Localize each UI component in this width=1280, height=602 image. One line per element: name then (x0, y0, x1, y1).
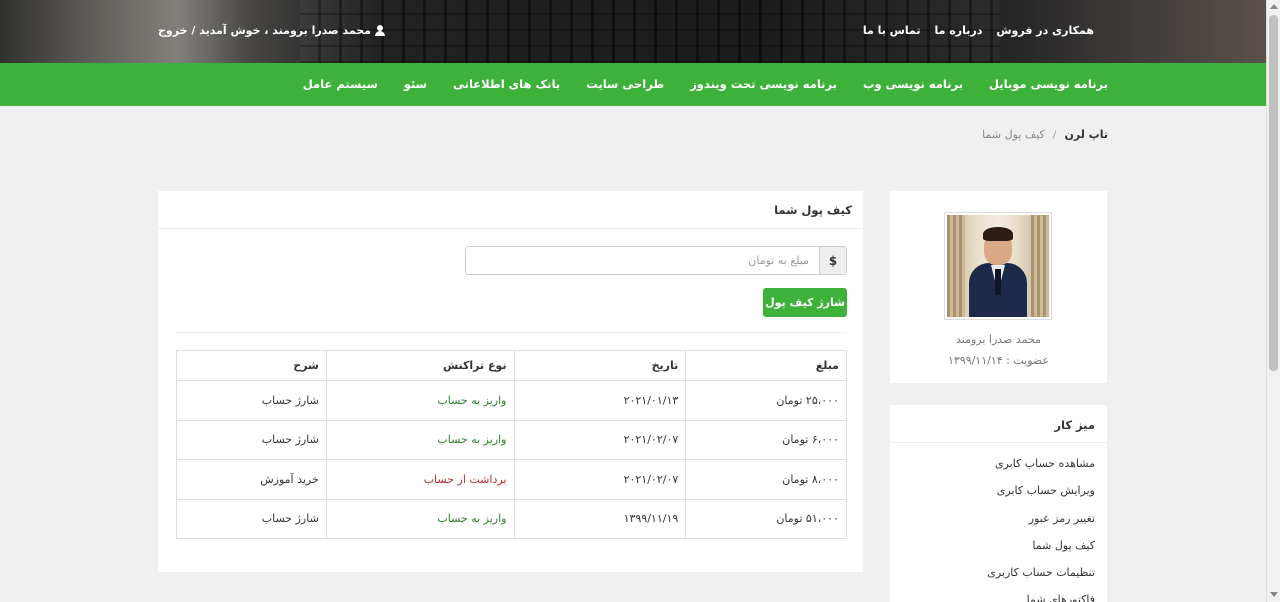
wallet-panel: کیف پول شما $ شارژ کیف پول مبلغ تاریخ نو… (158, 191, 863, 572)
cell-type: واریز به حساب (325, 380, 515, 421)
page-scrollbar[interactable] (1266, 0, 1280, 602)
dashboard-title: میز کار (890, 405, 1107, 443)
amount-input-group: $ (465, 246, 847, 275)
top-link-affiliate[interactable]: همکاری در فروش (996, 24, 1094, 37)
scrollbar-thumb[interactable] (1269, 15, 1278, 371)
table-header-row: مبلغ تاریخ نوع تراکنش شرح (176, 350, 847, 381)
cell-amount: ۸،۰۰۰ تومان (685, 459, 847, 500)
cell-type: واریز به حساب (325, 419, 515, 460)
nav-item-site-design[interactable]: طراحی سایت (586, 77, 664, 91)
top-links: همکاری در فروش درباره ما تماس با ما (863, 24, 1094, 37)
top-link-about[interactable]: درباره ما (935, 24, 983, 37)
table-row: ۸،۰۰۰ تومان ۲۰۲۱/۰۲/۰۷ برداشت از حساب خر… (176, 459, 847, 500)
breadcrumb: تاپ لرن / کیف پول شما (982, 128, 1108, 141)
membership-date: عضویت : ۱۳۹۹/۱۱/۱۴ (947, 354, 1050, 367)
scroll-down-arrow-icon[interactable] (1270, 592, 1278, 597)
cell-amount: ۶،۰۰۰ تومان (685, 419, 847, 460)
dashboard-item-change-password[interactable]: تغییر رمز عبور (902, 512, 1095, 539)
breadcrumb-separator: / (1052, 128, 1057, 141)
cell-date: ۲۰۲۱/۰۱/۱۳ (513, 380, 687, 421)
column-header-date: تاریخ (513, 350, 687, 381)
wallet-title: کیف پول شما (158, 191, 863, 229)
main-nav: برنامه نویسی موبایل برنامه نویسی وب برنا… (0, 63, 1266, 106)
column-header-amount: مبلغ (685, 350, 847, 381)
divider (176, 332, 847, 333)
column-header-type: نوع تراکنش (325, 350, 515, 381)
user-welcome-logout-link[interactable]: محمد صدرا برومند ، خوش آمدید / خروج (158, 24, 371, 37)
dashboard-item-view-account[interactable]: مشاهده حساب کابری (902, 457, 1095, 484)
table-row: ۶،۰۰۰ تومان ۲۰۲۱/۰۲/۰۷ واریز به حساب شار… (176, 419, 847, 460)
avatar (944, 212, 1052, 320)
breadcrumb-home[interactable]: تاپ لرن (1064, 128, 1108, 141)
dashboard-item-invoices[interactable]: فاکتورهای شما (902, 593, 1095, 602)
charge-wallet-button[interactable]: شارژ کیف پول (763, 288, 847, 317)
cell-amount: ۲۵،۰۰۰ تومان (685, 380, 847, 421)
table-row: ۲۵،۰۰۰ تومان ۲۰۲۱/۰۱/۱۳ واریز به حساب شا… (176, 380, 847, 421)
profile-photo (947, 215, 1049, 317)
cell-date: ۱۳۹۹/۱۱/۱۹ (513, 498, 687, 539)
dashboard-item-edit-account[interactable]: ویرایش حساب کابری (902, 484, 1095, 511)
cell-description: شارژ حساب (176, 380, 327, 421)
top-link-contact[interactable]: تماس با ما (863, 24, 921, 37)
user-icon (374, 25, 385, 36)
breadcrumb-current: کیف پول شما (982, 128, 1045, 141)
dashboard-card: میز کار مشاهده حساب کابری ویرایش حساب کا… (890, 405, 1107, 602)
nav-item-web[interactable]: برنامه نویسی وب (863, 77, 963, 91)
scroll-up-arrow-icon[interactable] (1270, 4, 1278, 9)
cell-type: واریز به حساب (325, 498, 515, 539)
user-welcome: محمد صدرا برومند ، خوش آمدید / خروج (158, 24, 385, 37)
cell-date: ۲۰۲۱/۰۲/۰۷ (513, 419, 687, 460)
amount-input[interactable] (466, 247, 819, 274)
profile-card: محمد صدرا برومند عضویت : ۱۳۹۹/۱۱/۱۴ (890, 191, 1107, 383)
column-header-description: شرح (176, 350, 327, 381)
cell-date: ۲۰۲۱/۰۲/۰۷ (513, 459, 687, 500)
cell-type: برداشت از حساب (325, 459, 515, 500)
cell-description: شارژ حساب (176, 419, 327, 460)
dollar-icon: $ (819, 247, 846, 274)
cell-amount: ۵۱،۰۰۰ تومان (685, 498, 847, 539)
header-banner: همکاری در فروش درباره ما تماس با ما محمد… (0, 0, 1266, 63)
nav-item-mobile[interactable]: برنامه نویسی موبایل (989, 77, 1108, 91)
cell-description: شارژ حساب (176, 498, 327, 539)
nav-item-os[interactable]: سیستم عامل (303, 77, 378, 91)
nav-item-windows[interactable]: برنامه نویسی تحت ویندوز (690, 77, 837, 91)
nav-item-seo[interactable]: سئو (404, 77, 427, 91)
nav-item-databases[interactable]: بانک های اطلاعاتی (453, 77, 560, 91)
dashboard-item-wallet[interactable]: کیف پول شما (902, 539, 1095, 566)
profile-name: محمد صدرا برومند (955, 333, 1042, 346)
table-row: ۵۱،۰۰۰ تومان ۱۳۹۹/۱۱/۱۹ واریز به حساب شا… (176, 498, 847, 539)
cell-description: خرید آموزش (176, 459, 327, 500)
transactions-table: مبلغ تاریخ نوع تراکنش شرح ۲۵،۰۰۰ تومان ۲… (176, 350, 847, 539)
dashboard-item-settings[interactable]: تنظیمات حساب کاربری (902, 566, 1095, 593)
